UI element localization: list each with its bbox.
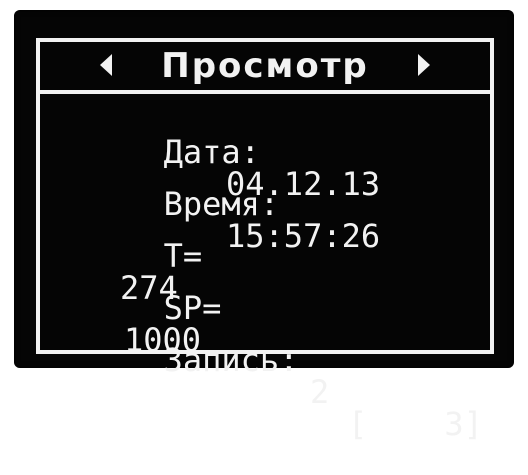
screen-header: Просмотр xyxy=(40,42,490,94)
display-frame: Просмотр Дата: 04.12.13 Время: 15:57:26 … xyxy=(36,38,494,440)
record-value: 2 xyxy=(310,373,330,411)
chevron-right-icon[interactable] xyxy=(418,54,430,76)
record-row: Запись: 2 [ 3] xyxy=(48,312,483,472)
screen-title: Просмотр xyxy=(161,46,369,86)
time-value: 15:57:26 xyxy=(226,217,381,255)
record-label: Запись: xyxy=(163,341,299,379)
device-bezel: Просмотр Дата: 04.12.13 Время: 15:57:26 … xyxy=(0,0,528,440)
chevron-left-icon[interactable] xyxy=(100,54,112,76)
record-total: [ 3] xyxy=(348,405,483,443)
